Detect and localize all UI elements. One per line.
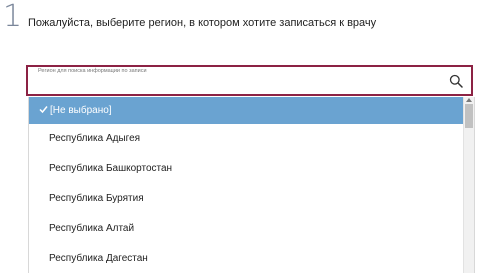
region-search-input[interactable] <box>38 79 438 93</box>
dropdown-option-dagestan[interactable]: Республика Дагестан <box>29 244 474 273</box>
dropdown-option-not-selected[interactable]: [Не выбрано] <box>29 97 474 124</box>
region-search-field[interactable]: Регион для поиска информации по записи <box>26 65 473 96</box>
scroll-up-arrow-icon[interactable] <box>466 98 472 102</box>
dropdown-option-bashkortostan[interactable]: Республика Башкортостан <box>29 154 474 184</box>
scrollbar-thumb[interactable] <box>465 104 473 128</box>
dropdown-option-buryatia[interactable]: Республика Бурятия <box>29 184 474 214</box>
region-dropdown-list: [Не выбрано] Республика Адыгея Республик… <box>28 97 475 273</box>
dropdown-option-adygea[interactable]: Республика Адыгея <box>29 124 474 154</box>
dropdown-option-altai[interactable]: Республика Алтай <box>29 214 474 244</box>
region-field-label: Регион для поиска информации по записи <box>38 68 147 74</box>
dropdown-scrollbar[interactable] <box>463 97 474 273</box>
check-icon <box>39 106 48 114</box>
search-icon[interactable] <box>449 74 463 88</box>
page: 1 Пожалуйста, выберите регион, в котором… <box>0 0 480 273</box>
dropdown-option-label: [Не выбрано] <box>50 105 112 116</box>
page-heading: Пожалуйста, выберите регион, в котором х… <box>28 17 377 29</box>
step-number: 1 <box>3 0 23 34</box>
